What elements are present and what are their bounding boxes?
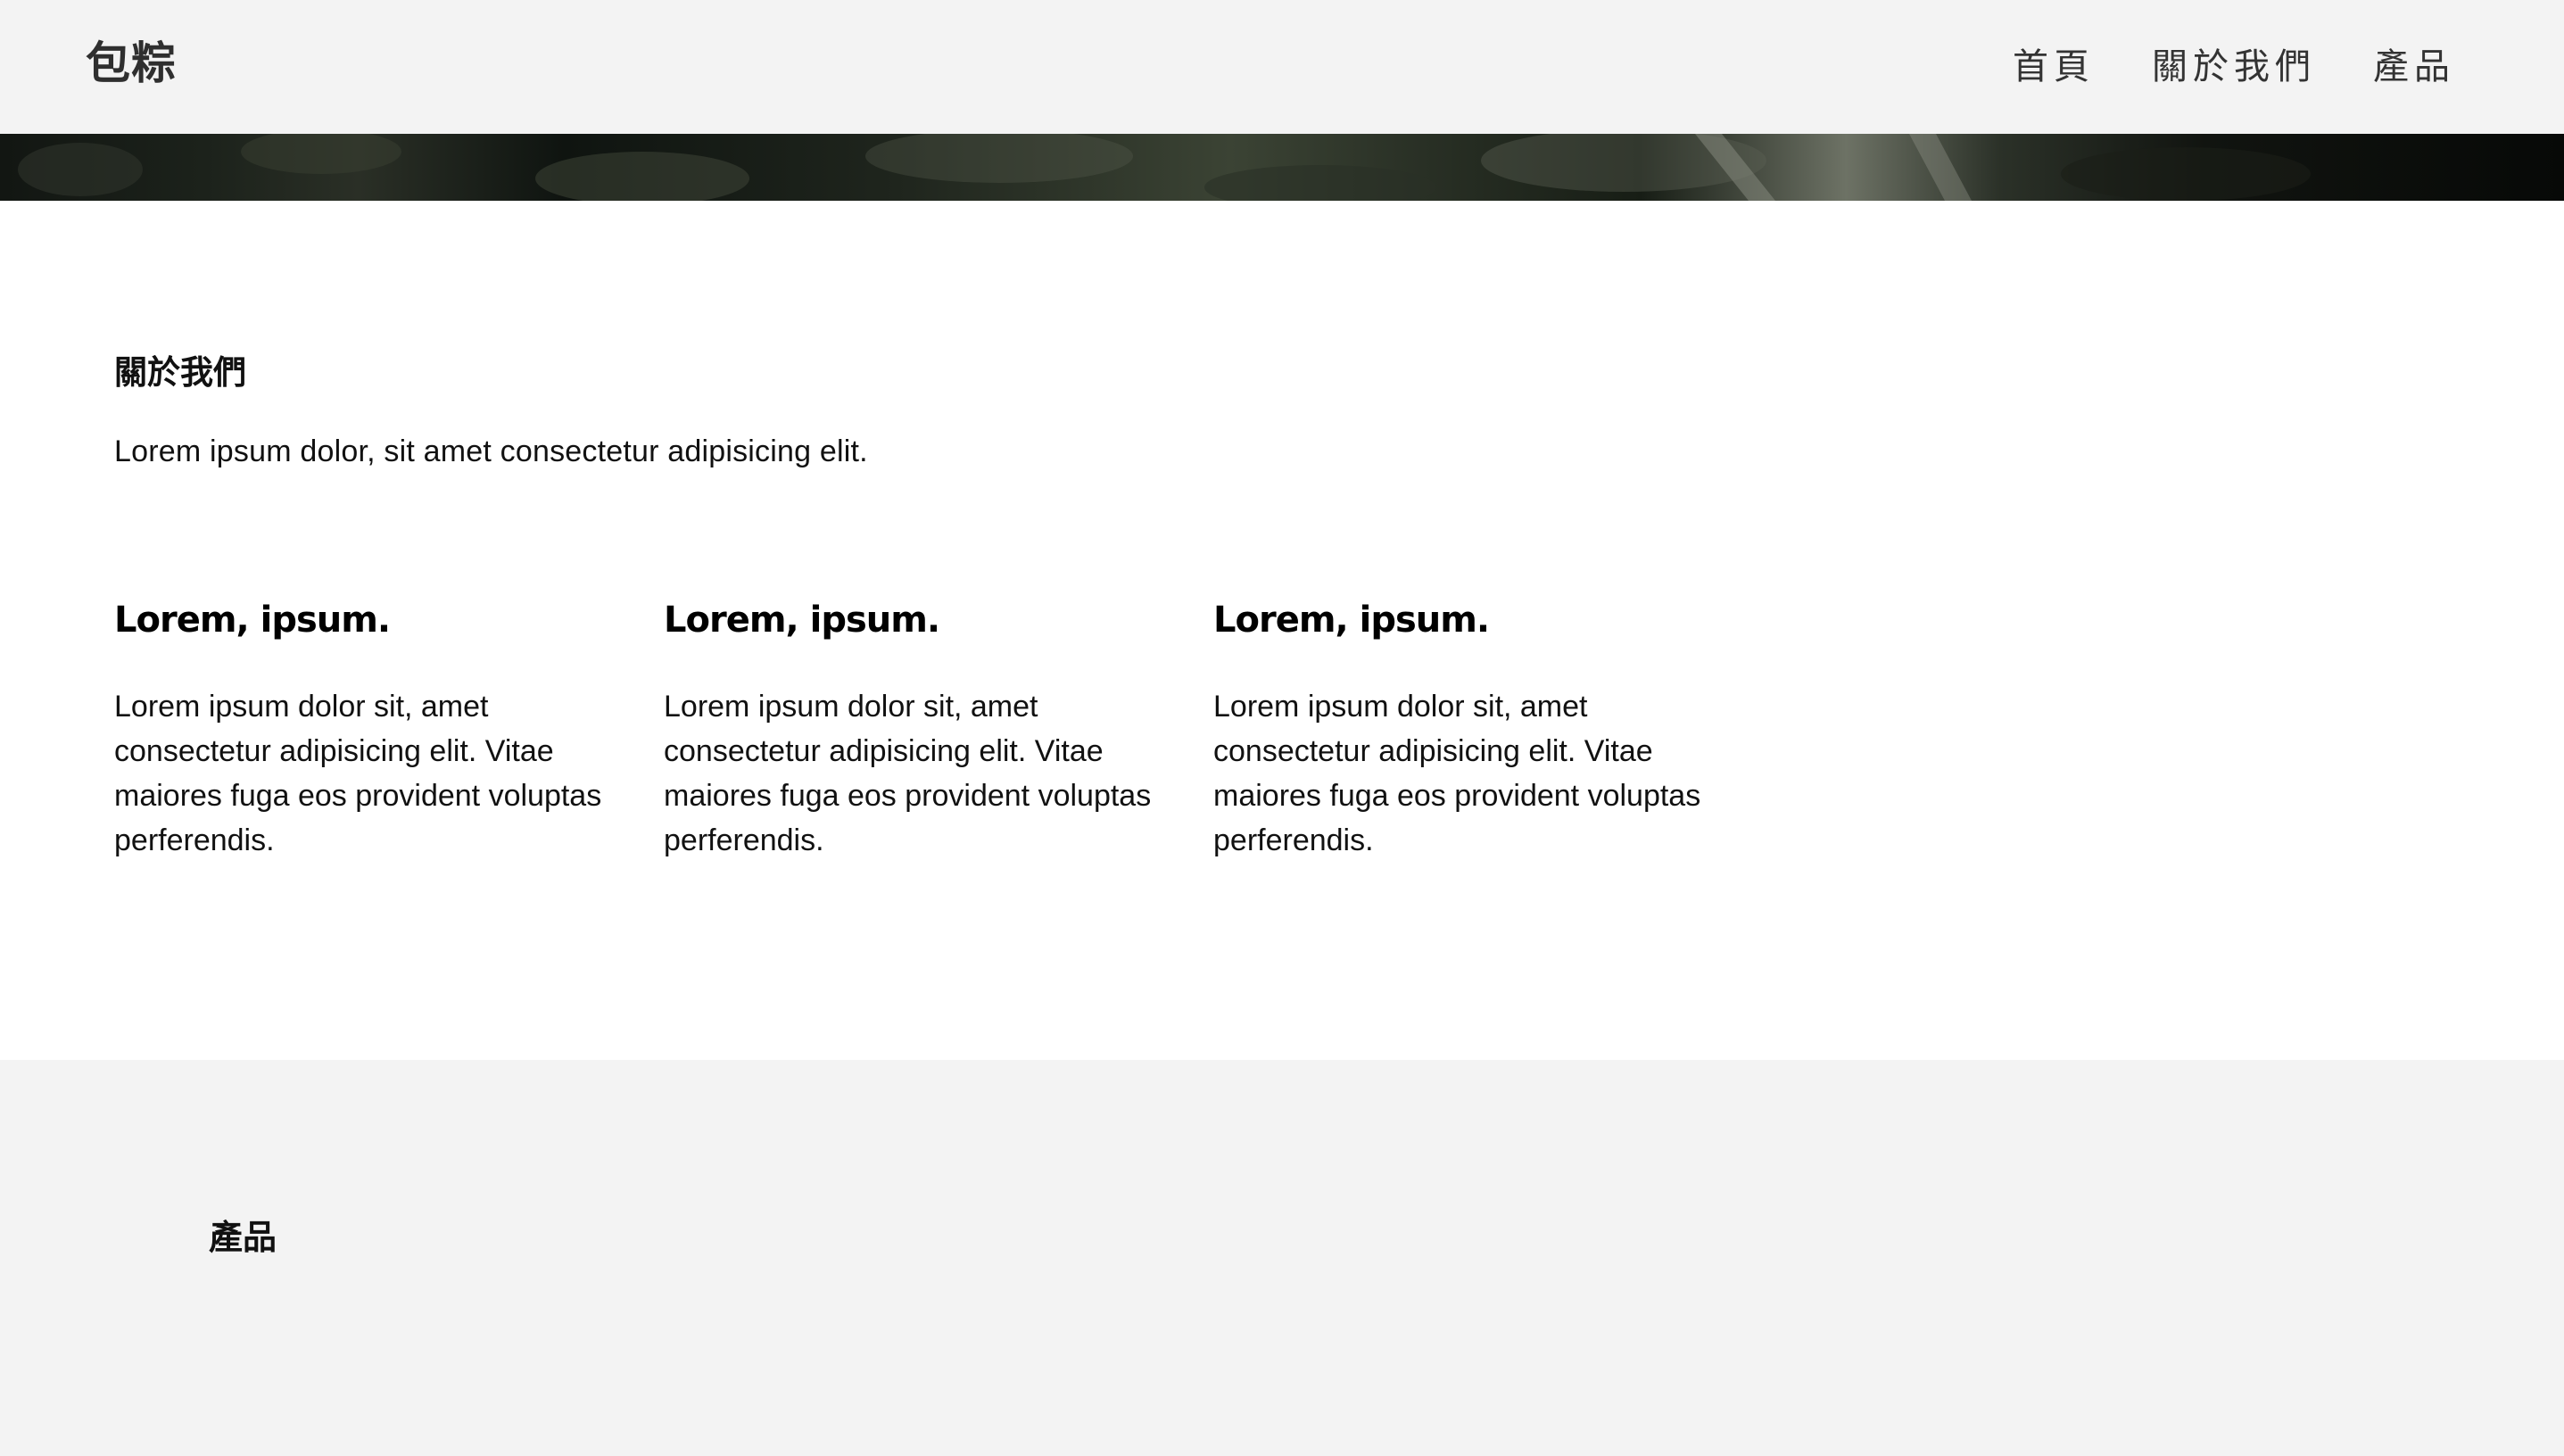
about-description: Lorem ipsum dolor, sit amet consectetur … bbox=[114, 434, 868, 468]
nav-item-about[interactable]: 關於我們 bbox=[2152, 37, 2316, 89]
feature-body: Lorem ipsum dolor sit, amet consectetur … bbox=[114, 690, 602, 857]
feature-card: Lorem, ipsum. Lorem ipsum dolor sit, ame… bbox=[1213, 599, 1763, 863]
main-nav: 首頁 關於我們 產品 bbox=[2013, 34, 2455, 93]
site-logo[interactable]: 包粽 bbox=[86, 32, 177, 95]
nav-item-products[interactable]: 產品 bbox=[2373, 37, 2455, 89]
site-header: 包粽 首頁 關於我們 產品 bbox=[0, 0, 2564, 134]
products-section: 產品 bbox=[0, 1060, 2564, 1456]
feature-title: Lorem, ipsum. bbox=[1213, 600, 1490, 641]
feature-body: Lorem ipsum dolor sit, amet consectetur … bbox=[664, 690, 1152, 857]
feature-card: Lorem, ipsum. Lorem ipsum dolor sit, ame… bbox=[664, 599, 1213, 863]
feature-card: Lorem, ipsum. Lorem ipsum dolor sit, ame… bbox=[114, 599, 664, 863]
about-section: 關於我們 Lorem ipsum dolor, sit amet consect… bbox=[0, 201, 2564, 1060]
hero-image bbox=[0, 134, 2564, 201]
feature-body: Lorem ipsum dolor sit, amet consectetur … bbox=[1213, 690, 1701, 857]
products-title: 產品 bbox=[209, 1218, 277, 1257]
feature-title: Lorem, ipsum. bbox=[664, 600, 940, 641]
nav-item-home[interactable]: 首頁 bbox=[2013, 37, 2095, 89]
hero-image-texture bbox=[18, 134, 2311, 201]
feature-list: Lorem, ipsum. Lorem ipsum dolor sit, ame… bbox=[114, 599, 1763, 863]
feature-title: Lorem, ipsum. bbox=[114, 600, 391, 641]
about-title: 關於我們 bbox=[114, 353, 246, 392]
